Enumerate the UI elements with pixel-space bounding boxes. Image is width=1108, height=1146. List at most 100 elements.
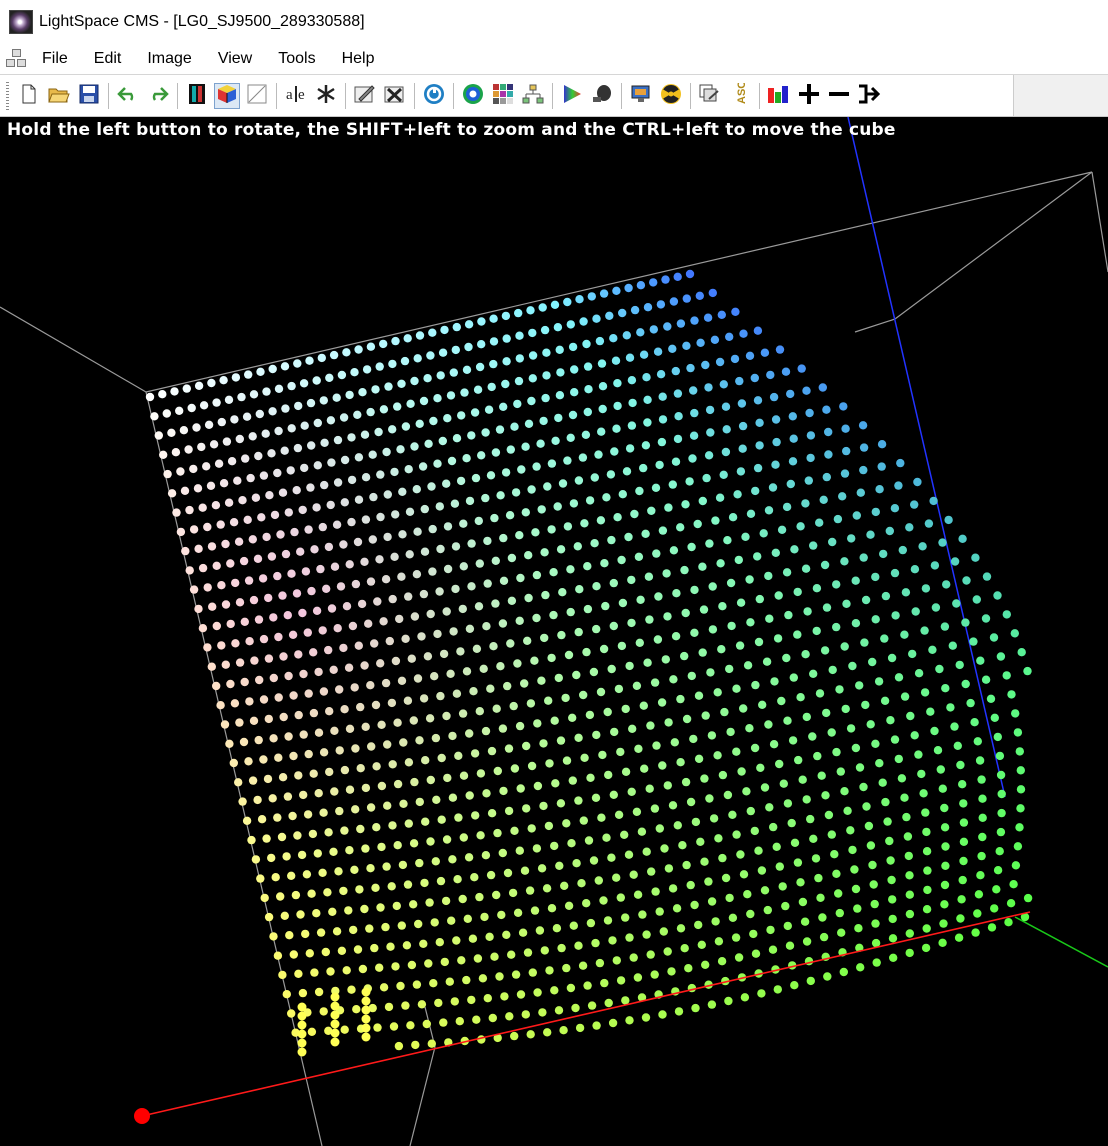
redo-button[interactable]	[145, 83, 171, 109]
color-point	[796, 522, 805, 531]
snowflake-button[interactable]	[313, 83, 339, 109]
color-point	[532, 570, 542, 580]
color-point	[766, 925, 775, 935]
color-point	[361, 1005, 371, 1015]
color-point	[404, 465, 413, 474]
film-strip-button[interactable]	[184, 83, 210, 109]
color-grid-button[interactable]	[490, 83, 516, 109]
minus-button[interactable]	[826, 83, 852, 109]
app-logo-icon[interactable]	[9, 10, 33, 34]
color-point	[447, 916, 456, 925]
plus-button[interactable]	[796, 83, 822, 109]
display-button[interactable]	[628, 83, 654, 109]
color-point	[307, 441, 316, 450]
edit-image-button[interactable]	[352, 83, 378, 109]
color-point	[1016, 766, 1025, 775]
save-disk-button[interactable]	[76, 83, 102, 109]
color-point	[868, 860, 877, 870]
color-point	[476, 769, 486, 778]
color-point	[513, 908, 523, 917]
open-folder-button[interactable]	[46, 83, 72, 109]
color-point	[759, 529, 768, 538]
cube-viewport[interactable]: Hold the left button to rotate, the SHIF…	[0, 117, 1108, 1146]
color-point	[330, 992, 340, 1002]
target-ring-button[interactable]	[460, 83, 486, 109]
color-point	[705, 539, 714, 548]
color-point	[797, 364, 806, 373]
color-cube-button[interactable]	[214, 82, 240, 109]
color-point	[903, 832, 913, 841]
color-point	[235, 598, 245, 607]
menu-view[interactable]: View	[214, 50, 262, 68]
color-point	[750, 373, 759, 383]
color-point	[299, 379, 309, 388]
color-point	[566, 983, 576, 993]
color-point	[254, 451, 263, 461]
color-point	[877, 462, 886, 471]
color-point	[582, 339, 591, 349]
copy-layers-button[interactable]	[697, 83, 723, 109]
rgb-bars-button[interactable]	[766, 83, 792, 109]
color-point	[553, 502, 562, 511]
color-point	[289, 950, 298, 959]
color-point	[545, 966, 554, 975]
color-point	[587, 1001, 597, 1010]
color-point	[734, 555, 743, 565]
color-point	[330, 1001, 340, 1011]
color-point	[745, 724, 754, 733]
color-point	[284, 671, 293, 681]
network-tree-button[interactable]	[520, 83, 546, 109]
color-point	[319, 687, 329, 696]
menu-edit[interactable]: Edit	[90, 50, 132, 68]
menu-file[interactable]: File	[38, 50, 78, 68]
close-image-button[interactable]	[382, 83, 408, 109]
color-point	[437, 815, 446, 824]
color-point	[904, 851, 913, 861]
color-point	[580, 753, 589, 762]
asc-button[interactable]: ASC	[727, 80, 753, 109]
diagonal-graph-button[interactable]	[244, 83, 270, 109]
color-point	[922, 827, 931, 837]
mdi-document-icon[interactable]	[6, 49, 28, 69]
menu-image[interactable]: Image	[143, 50, 201, 68]
color-point	[202, 462, 211, 471]
color-point	[333, 435, 343, 445]
color-point	[855, 681, 864, 690]
color-triangle-button[interactable]	[559, 83, 585, 109]
color-point	[918, 542, 927, 551]
color-point	[798, 897, 808, 907]
color-cube-scene[interactable]	[0, 117, 1108, 1146]
color-point	[694, 691, 704, 700]
undo-button[interactable]	[115, 83, 141, 109]
color-point	[502, 357, 511, 366]
color-point	[583, 362, 593, 371]
color-point	[635, 486, 644, 496]
info-circle-button[interactable]	[421, 83, 447, 109]
color-point	[361, 473, 371, 482]
color-point	[614, 810, 624, 819]
color-point	[627, 376, 637, 385]
color-point	[731, 307, 740, 316]
menu-help[interactable]: Help	[338, 50, 385, 68]
probe-button[interactable]	[589, 83, 615, 109]
color-point	[841, 704, 850, 714]
color-point	[970, 718, 979, 727]
color-point	[326, 967, 335, 976]
color-point	[840, 557, 849, 566]
color-point	[525, 886, 535, 895]
color-point	[589, 667, 599, 677]
export-arrow-button[interactable]	[856, 83, 882, 109]
menu-tools[interactable]: Tools	[274, 50, 325, 68]
toolbar-grip[interactable]	[6, 81, 9, 110]
color-point	[560, 881, 569, 890]
menu-bar: File Edit Image View Tools Help	[0, 44, 1108, 75]
radiation-button[interactable]	[658, 83, 684, 109]
color-point	[349, 925, 358, 935]
color-point-cloud	[145, 269, 1033, 1057]
color-point	[598, 404, 607, 414]
color-point	[547, 459, 557, 468]
color-point	[642, 930, 651, 939]
new-document-button[interactable]	[16, 83, 42, 109]
text-script-button[interactable]: ae	[283, 83, 309, 109]
color-point	[217, 641, 226, 650]
